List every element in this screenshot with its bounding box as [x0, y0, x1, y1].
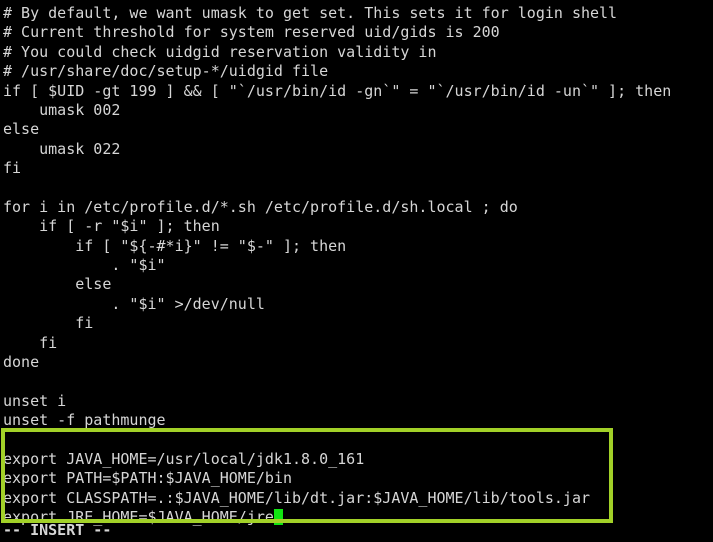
- code-line-export-path: export PATH=$PATH:$JAVA_HOME/bin: [3, 469, 292, 488]
- code-line: umask 002: [3, 100, 121, 119]
- terminal-text-buffer[interactable]: # By default, we want umask to get set. …: [0, 0, 713, 528]
- code-line: # You could check uidgid reservation val…: [3, 42, 437, 61]
- code-line: fi: [3, 333, 58, 352]
- code-line-export-classpath: export CLASSPATH=.:$JAVA_HOME/lib/dt.jar…: [3, 488, 590, 507]
- vim-status-line: -- INSERT --: [3, 521, 112, 539]
- code-line: if [ "${-#*i}" != "$-" ]; then: [3, 236, 347, 255]
- code-line: # By default, we want umask to get set. …: [3, 4, 618, 22]
- code-line: # Current threshold for system reserved …: [3, 23, 500, 42]
- code-line: . "$i" >/dev/null: [3, 294, 265, 313]
- code-line: done: [3, 353, 40, 372]
- code-line: for i in /etc/profile.d/*.sh /etc/profil…: [3, 197, 518, 216]
- code-line: else: [3, 275, 112, 294]
- code-line: if [ -r "$i" ]; then: [3, 217, 220, 236]
- code-line: if [ $UID -gt 199 ] && [ "`/usr/bin/id -…: [3, 81, 672, 100]
- code-line: unset -f pathmunge: [3, 411, 166, 430]
- text-cursor: [273, 509, 283, 526]
- code-line: fi: [3, 314, 94, 333]
- code-line: unset i: [3, 391, 67, 410]
- code-line: umask 022: [3, 139, 121, 158]
- code-line: else: [3, 120, 40, 139]
- code-line: . "$i": [3, 256, 166, 275]
- terminal-screen[interactable]: # By default, we want umask to get set. …: [0, 0, 713, 542]
- code-line-export-java-home: export JAVA_HOME=/usr/local/jdk1.8.0_161: [3, 449, 365, 468]
- code-line: # /usr/share/doc/setup-*/uidgid file: [3, 62, 329, 81]
- code-line: fi: [3, 159, 22, 178]
